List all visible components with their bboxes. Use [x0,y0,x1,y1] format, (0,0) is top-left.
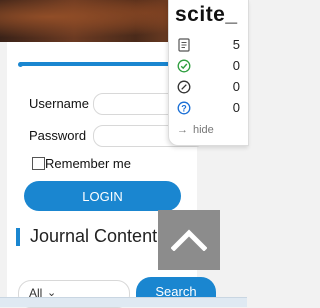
check-circle-icon [177,59,191,73]
supporting-count: 0 [232,58,240,73]
scite-logo: scite_ [175,3,238,26]
svg-text:?: ? [181,103,187,113]
arrow-right-icon: → [177,124,188,136]
remember-me-label[interactable]: Remember me [45,156,131,171]
unclassified-count: 0 [232,100,240,115]
hide-label: hide [193,124,214,136]
contrasting-count: 0 [232,79,240,94]
scite-badge[interactable]: scite_ 5 0 0 ? 0 → hide [168,0,249,146]
username-label: Username [29,96,89,111]
scite-hide-link[interactable]: → hide [177,124,214,136]
chevron-up-icon [171,229,207,251]
document-icon [178,38,190,52]
section-accent-bar [16,228,20,246]
login-button[interactable]: LOGIN [24,181,181,211]
journal-content-heading: Journal Content [30,226,158,246]
scroll-to-top-button[interactable] [158,210,220,270]
scite-row-mentioning[interactable]: 5 [169,37,248,53]
scite-row-contrasting[interactable]: 0 [169,79,248,95]
question-circle-icon: ? [177,101,191,115]
slash-circle-icon [177,80,191,94]
password-label: Password [29,128,87,143]
mentioning-count: 5 [232,37,240,52]
scite-row-supporting[interactable]: 0 [169,58,248,74]
scite-row-unclassified[interactable]: ? 0 [169,100,248,116]
remember-me-checkbox[interactable] [32,157,45,170]
